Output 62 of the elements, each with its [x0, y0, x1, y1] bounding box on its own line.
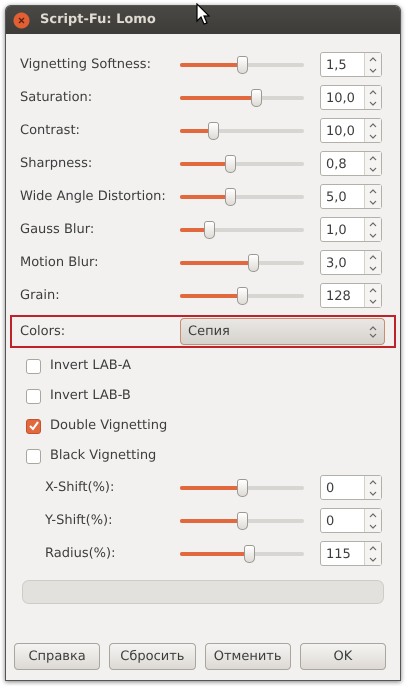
window-title: Script-Fu: Lomo: [40, 11, 156, 30]
checkbox[interactable]: [26, 418, 41, 434]
checkbox-label: Invert LAB-A: [50, 357, 131, 376]
slider-label: Vignetting Softness:: [20, 56, 152, 74]
slider-label: Gauss Blur:: [20, 220, 96, 239]
close-icon[interactable]: [13, 12, 30, 28]
slider-thumb[interactable]: [237, 286, 248, 304]
dialog-button[interactable]: Сбросить: [109, 643, 196, 670]
dialog-button[interactable]: OK: [300, 643, 386, 670]
checkbox[interactable]: [26, 358, 41, 374]
number-spinbox[interactable]: 1,0: [320, 217, 382, 242]
slider-label: Saturation:: [20, 88, 94, 107]
dropdown-label: Colors:: [20, 322, 66, 341]
slider-track[interactable]: [180, 544, 304, 562]
slider-thumb[interactable]: [250, 88, 262, 106]
checkbox[interactable]: [26, 388, 41, 404]
slider-thumb[interactable]: [208, 122, 220, 140]
dropdown-arrows-icon: [368, 324, 378, 340]
slider-thumb[interactable]: [248, 254, 260, 272]
slider-thumb[interactable]: [237, 512, 248, 530]
slider-label: Y-Shift(%):: [45, 512, 114, 530]
slider-track[interactable]: [180, 188, 304, 206]
slider-track[interactable]: [180, 154, 304, 172]
slider-track[interactable]: [180, 56, 304, 74]
checkbox-label: Double Vignetting: [50, 417, 168, 436]
slider-track[interactable]: [180, 88, 304, 106]
slider-thumb[interactable]: [237, 478, 248, 496]
slider-label: Grain:: [20, 286, 61, 305]
number-spinbox[interactable]: 10,0: [320, 85, 382, 110]
cursor-icon: [196, 3, 210, 25]
slider-thumb[interactable]: [237, 56, 248, 74]
slider-thumb[interactable]: [224, 154, 236, 172]
number-spinbox[interactable]: 1,5: [320, 52, 382, 77]
number-spinbox[interactable]: 3,0: [320, 250, 382, 275]
number-spinbox[interactable]: 115: [320, 541, 382, 566]
number-spinbox[interactable]: 128: [320, 283, 382, 308]
slider-thumb[interactable]: [204, 220, 215, 238]
checkbox-label: Black Vignetting: [50, 447, 156, 466]
colors-dropdown[interactable]: Сепия: [180, 318, 385, 345]
slider-label: Contrast:: [20, 122, 81, 140]
slider-label: Radius(%):: [45, 544, 116, 563]
number-spinbox[interactable]: 0: [320, 508, 382, 533]
dialog-button[interactable]: Справка: [14, 643, 100, 670]
number-spinbox[interactable]: 0,8: [320, 151, 382, 176]
slider-label: Motion Blur:: [20, 254, 100, 272]
slider-track[interactable]: [180, 254, 304, 272]
slider-thumb[interactable]: [244, 544, 256, 562]
slider-track[interactable]: [180, 512, 304, 530]
slider-track[interactable]: [180, 286, 304, 304]
number-spinbox[interactable]: 10,0: [320, 118, 382, 143]
slider-label: Wide Angle Distortion:: [20, 188, 167, 206]
number-spinbox[interactable]: 0: [320, 475, 382, 500]
number-spinbox[interactable]: 5,0: [320, 184, 382, 209]
slider-thumb[interactable]: [224, 188, 236, 206]
slider-label: Sharpness:: [20, 154, 94, 173]
slider-label: X-Shift(%):: [45, 478, 116, 497]
dialog-button[interactable]: Отменить: [204, 643, 291, 670]
checkbox[interactable]: [26, 448, 41, 464]
slider-track[interactable]: [180, 478, 304, 496]
checkbox-label: Invert LAB-B: [50, 387, 131, 406]
slider-track[interactable]: [180, 122, 304, 140]
slider-track[interactable]: [180, 220, 304, 238]
